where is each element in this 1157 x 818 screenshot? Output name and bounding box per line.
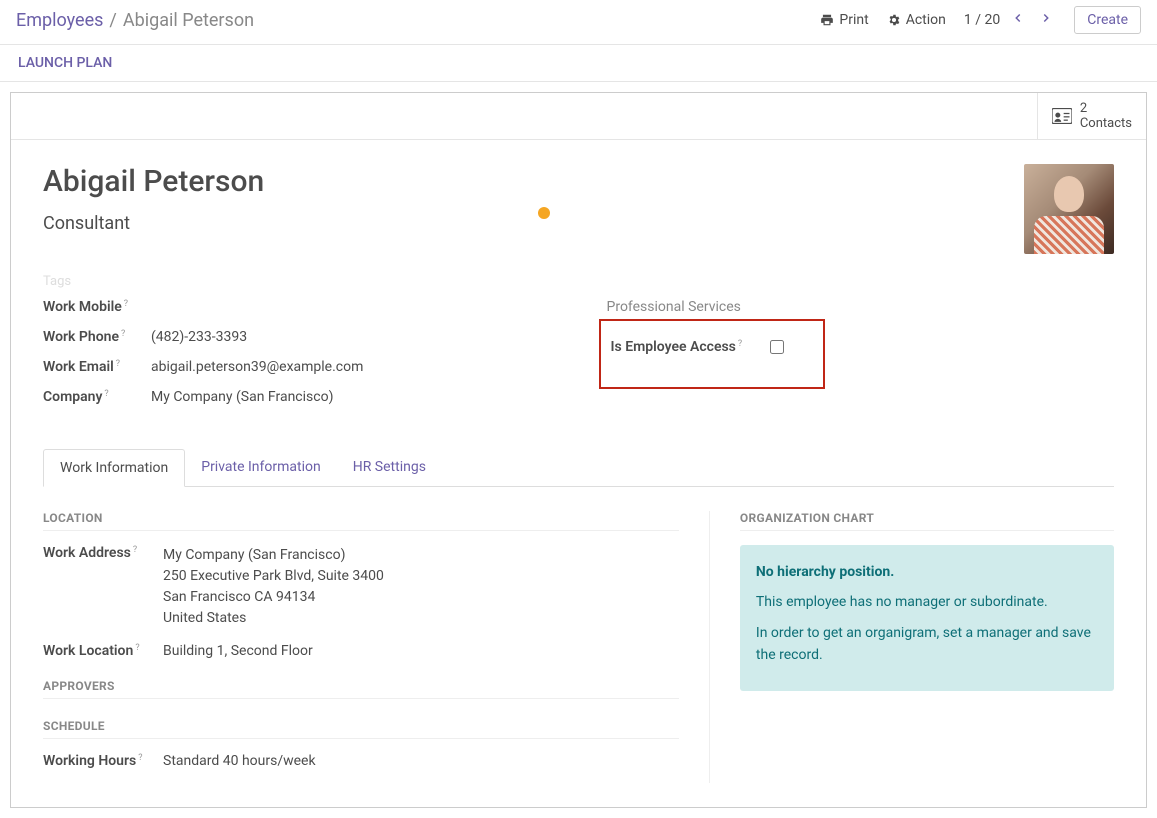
breadcrumb: Employees / Abigail Peterson [16,10,254,31]
print-button[interactable]: Print [820,12,868,28]
pager-text: 1 / 20 [964,12,1000,28]
action-button[interactable]: Action [887,12,946,28]
tab-work-information[interactable]: Work Information [43,449,185,487]
org-alert-line2: In order to get an organigram, set a man… [756,622,1098,667]
presence-indicator [538,207,550,219]
company-value: My Company (San Francisco) [151,389,333,405]
employee-access-label: Is Employee Access? [611,339,743,355]
employee-name: Abigail Peterson [43,164,264,199]
org-chart-title: ORGANIZATION CHART [740,511,1114,531]
work-email-value: abigail.peterson39@example.com [151,359,363,375]
breadcrumb-leaf: Abigail Peterson [123,10,254,31]
work-phone-label: Work Phone? [43,329,151,345]
form-sheet: 2 Contacts Abigail Peterson Consultant T… [10,92,1147,808]
work-address-label: Work Address? [43,545,163,561]
work-location-label: Work Location? [43,643,163,659]
contacts-label: Contacts [1080,116,1132,131]
launch-plan-button[interactable]: LAUNCH PLAN [18,55,112,71]
org-chart-alert: No hierarchy position. This employee has… [740,545,1114,691]
work-address-value: My Company (San Francisco) 250 Executive… [163,545,384,629]
work-phone-value: (482)-233-3393 [151,329,247,345]
breadcrumb-sep: / [109,10,116,31]
work-mobile-label: Work Mobile? [43,299,151,315]
highlighted-region: Is Employee Access? [599,319,825,389]
org-alert-head: No hierarchy position. [756,561,1098,583]
work-location-value: Building 1, Second Floor [163,643,313,659]
pager-prev[interactable] [1008,11,1028,29]
chevron-left-icon [1011,11,1025,25]
employee-access-checkbox[interactable] [770,340,784,354]
location-section-title: LOCATION [43,511,679,531]
tab-hr-settings[interactable]: HR Settings [337,449,442,487]
tab-private-information[interactable]: Private Information [185,449,336,487]
working-hours-label: Working Hours? [43,753,163,769]
org-alert-line1: This employee has no manager or subordin… [756,591,1098,613]
work-email-label: Work Email? [43,359,151,375]
chevron-right-icon [1039,11,1053,25]
tags-field[interactable]: Tags [43,274,1114,289]
approvers-section-title: APPROVERS [43,679,679,699]
company-label: Company? [43,389,151,405]
working-hours-value: Standard 40 hours/week [163,753,316,769]
schedule-section-title: SCHEDULE [43,719,679,739]
print-icon [820,13,834,27]
job-title: Consultant [43,213,264,234]
department-value: Professional Services [607,299,1115,315]
pager-next[interactable] [1036,11,1056,29]
avatar[interactable] [1024,164,1114,254]
contacts-count: 2 [1080,101,1132,116]
contacts-icon [1052,108,1072,124]
gear-icon [887,13,901,27]
action-label: Action [906,12,946,28]
breadcrumb-root[interactable]: Employees [16,10,103,31]
create-button[interactable]: Create [1074,6,1141,34]
print-label: Print [839,12,868,28]
contacts-stat-button[interactable]: 2 Contacts [1037,93,1146,139]
pager: 1 / 20 [964,11,1056,29]
tabs: Work Information Private Information HR … [43,449,1114,487]
